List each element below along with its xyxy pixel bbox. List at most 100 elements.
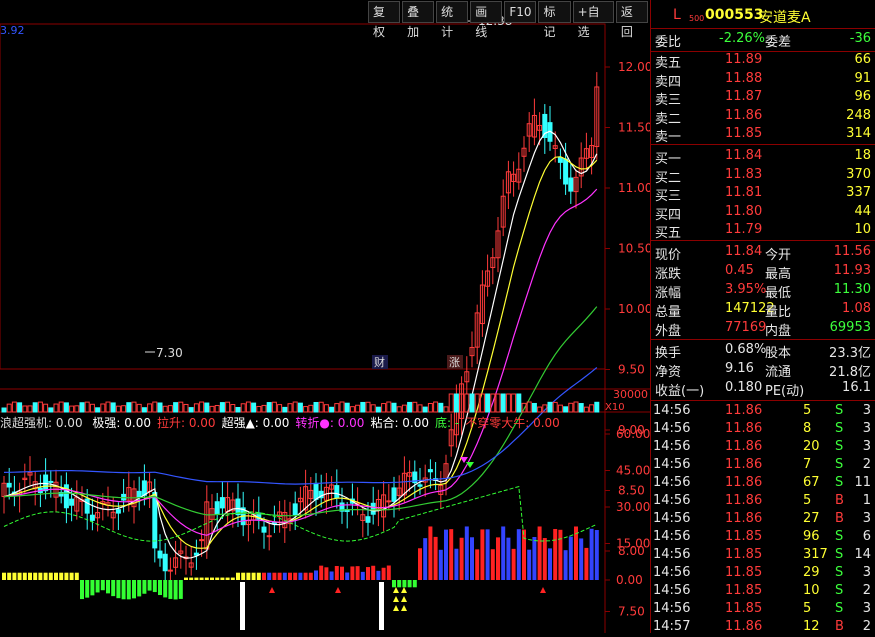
volume-bar: [355, 404, 361, 413]
tick-price: 11.85: [725, 583, 763, 598]
indicator-bar: [142, 580, 147, 594]
indicator-bar: [563, 550, 568, 580]
volume-bar: [412, 401, 418, 413]
indicator-item-3: 转折●: 0.00: [295, 416, 365, 430]
indicator-bar: [74, 572, 79, 580]
tick-row: 14:56 11.85 317 S 14: [653, 547, 875, 565]
toolbar-button-6[interactable]: +自选: [572, 1, 614, 39]
toolbar: 复权 叠加 统计 画线 F10 标记 +自选 返回: [368, 1, 650, 39]
indicator-bar: [33, 572, 38, 580]
signal-bar: [240, 582, 245, 630]
indicator-bar: [568, 536, 573, 580]
toolbar-button-5[interactable]: 标记: [538, 1, 571, 39]
indicator-bar: [241, 572, 246, 580]
indicator-bar: [553, 528, 558, 580]
chart-area[interactable]: 12.00 11.50 11.00 10.50 10.00 9.50 9.00 8.50 8.0…: [0, 0, 650, 633]
sell-price: 11.86: [725, 107, 763, 123]
tick-price: 11.86: [725, 511, 763, 526]
indicator-bar: [558, 529, 563, 580]
indicator-bar: [90, 580, 95, 596]
volume-bar: [282, 406, 288, 413]
volume-bar: [583, 406, 589, 413]
volume-bar: [422, 406, 428, 413]
buy-price: 11.84: [725, 148, 763, 163]
candle-body: [219, 497, 225, 509]
indicator-bar: [267, 572, 272, 580]
toolbar-button-4[interactable]: F10: [504, 1, 537, 23]
indicator-bar: [69, 572, 74, 580]
indicator-bar: [412, 580, 417, 588]
tick-time: 14:56: [653, 583, 691, 598]
quote-panel: L 500 000553 安道麦A 委比 -2.26% 委差 -36 卖五 11.…: [650, 0, 875, 634]
event-label-cai[interactable]: 财: [374, 355, 385, 369]
red-triangle-icon: [335, 587, 341, 593]
tick-row: 14:56 11.85 5 S 3: [653, 601, 875, 619]
indicator-bar: [38, 572, 43, 580]
volume-bar: [157, 402, 163, 413]
tick-row: 14:57 11.86 12 B 2: [653, 619, 875, 637]
stat-value: 11.56: [833, 244, 871, 259]
tick-volume: 5: [803, 601, 812, 616]
candle-body: [427, 469, 433, 473]
indicator-bar: [470, 537, 474, 580]
indicator-bar: [449, 529, 454, 580]
tick-price: 11.85: [725, 547, 763, 562]
stat-label: 总量: [655, 305, 682, 320]
volume-unit: X10: [605, 402, 625, 413]
volume-bar: [589, 404, 595, 413]
stat-value: 69953: [829, 320, 871, 335]
toolbar-button-0[interactable]: 复权: [368, 1, 401, 39]
volume-bar: [230, 404, 236, 413]
indicator-bar: [189, 577, 194, 580]
indicator-bar: [184, 577, 188, 580]
volume-bar: [308, 404, 314, 413]
volume-bar: [433, 401, 439, 413]
indicator-bar: [496, 537, 500, 580]
tick-side: S: [835, 583, 844, 598]
yellow-triangle-icon: [401, 596, 407, 602]
volume-bar: [485, 393, 491, 413]
volume-bar: [22, 405, 28, 413]
candle-body: [266, 535, 272, 538]
tick-price: 11.86: [725, 475, 763, 490]
toolbar-button-3[interactable]: 画线: [470, 1, 503, 39]
stat-row: 涨跌 0.45 最高 11.93: [653, 263, 875, 282]
candle-body: [199, 539, 205, 542]
indicator-bar: [480, 529, 485, 580]
tick-time: 14:56: [653, 511, 691, 526]
sell-row: 卖四 11.88 91: [653, 71, 875, 90]
indicator-bar: [59, 572, 64, 580]
candle-body: [557, 156, 563, 163]
volume-bar: [79, 402, 85, 413]
indicator-item-2: 超强▲: 0.00: [221, 416, 290, 430]
volume-bar: [63, 402, 69, 413]
volume-bar: [100, 403, 106, 413]
kline-chart[interactable]: 12.0011.5011.0010.5010.009.509.008.508.0…: [0, 0, 650, 633]
volume-bar: [219, 402, 225, 413]
volume-bar: [199, 401, 205, 413]
tick-count: 3: [862, 403, 871, 418]
indicator-bar: [17, 572, 22, 580]
candle-body: [167, 569, 173, 572]
signal-bar: [379, 582, 384, 630]
tick-volume: 10: [803, 583, 820, 598]
toolbar-button-7[interactable]: 返回: [615, 1, 648, 39]
tick-row: 14:56 11.85 96 S 6: [653, 529, 875, 547]
indicator-bar: [350, 566, 355, 580]
sell-label: 卖四: [655, 74, 682, 90]
volume-bar: [32, 402, 38, 413]
volume-bar: [115, 405, 121, 413]
tick-row: 14:56 11.86 20 S 3: [653, 439, 875, 457]
volume-bar: [557, 404, 563, 413]
candle-body: [313, 482, 319, 500]
sell-volume: 66: [854, 52, 871, 67]
indicator-bar: [360, 571, 365, 580]
tick-price: 11.85: [725, 529, 763, 544]
volume-bar: [578, 403, 584, 413]
event-label-zhang[interactable]: 涨: [449, 356, 460, 369]
volume-bar: [256, 405, 262, 413]
toolbar-button-1[interactable]: 叠加: [402, 1, 435, 39]
tick-side: S: [835, 439, 844, 454]
indicator-bar: [418, 548, 422, 580]
toolbar-button-2[interactable]: 统计: [436, 1, 469, 39]
